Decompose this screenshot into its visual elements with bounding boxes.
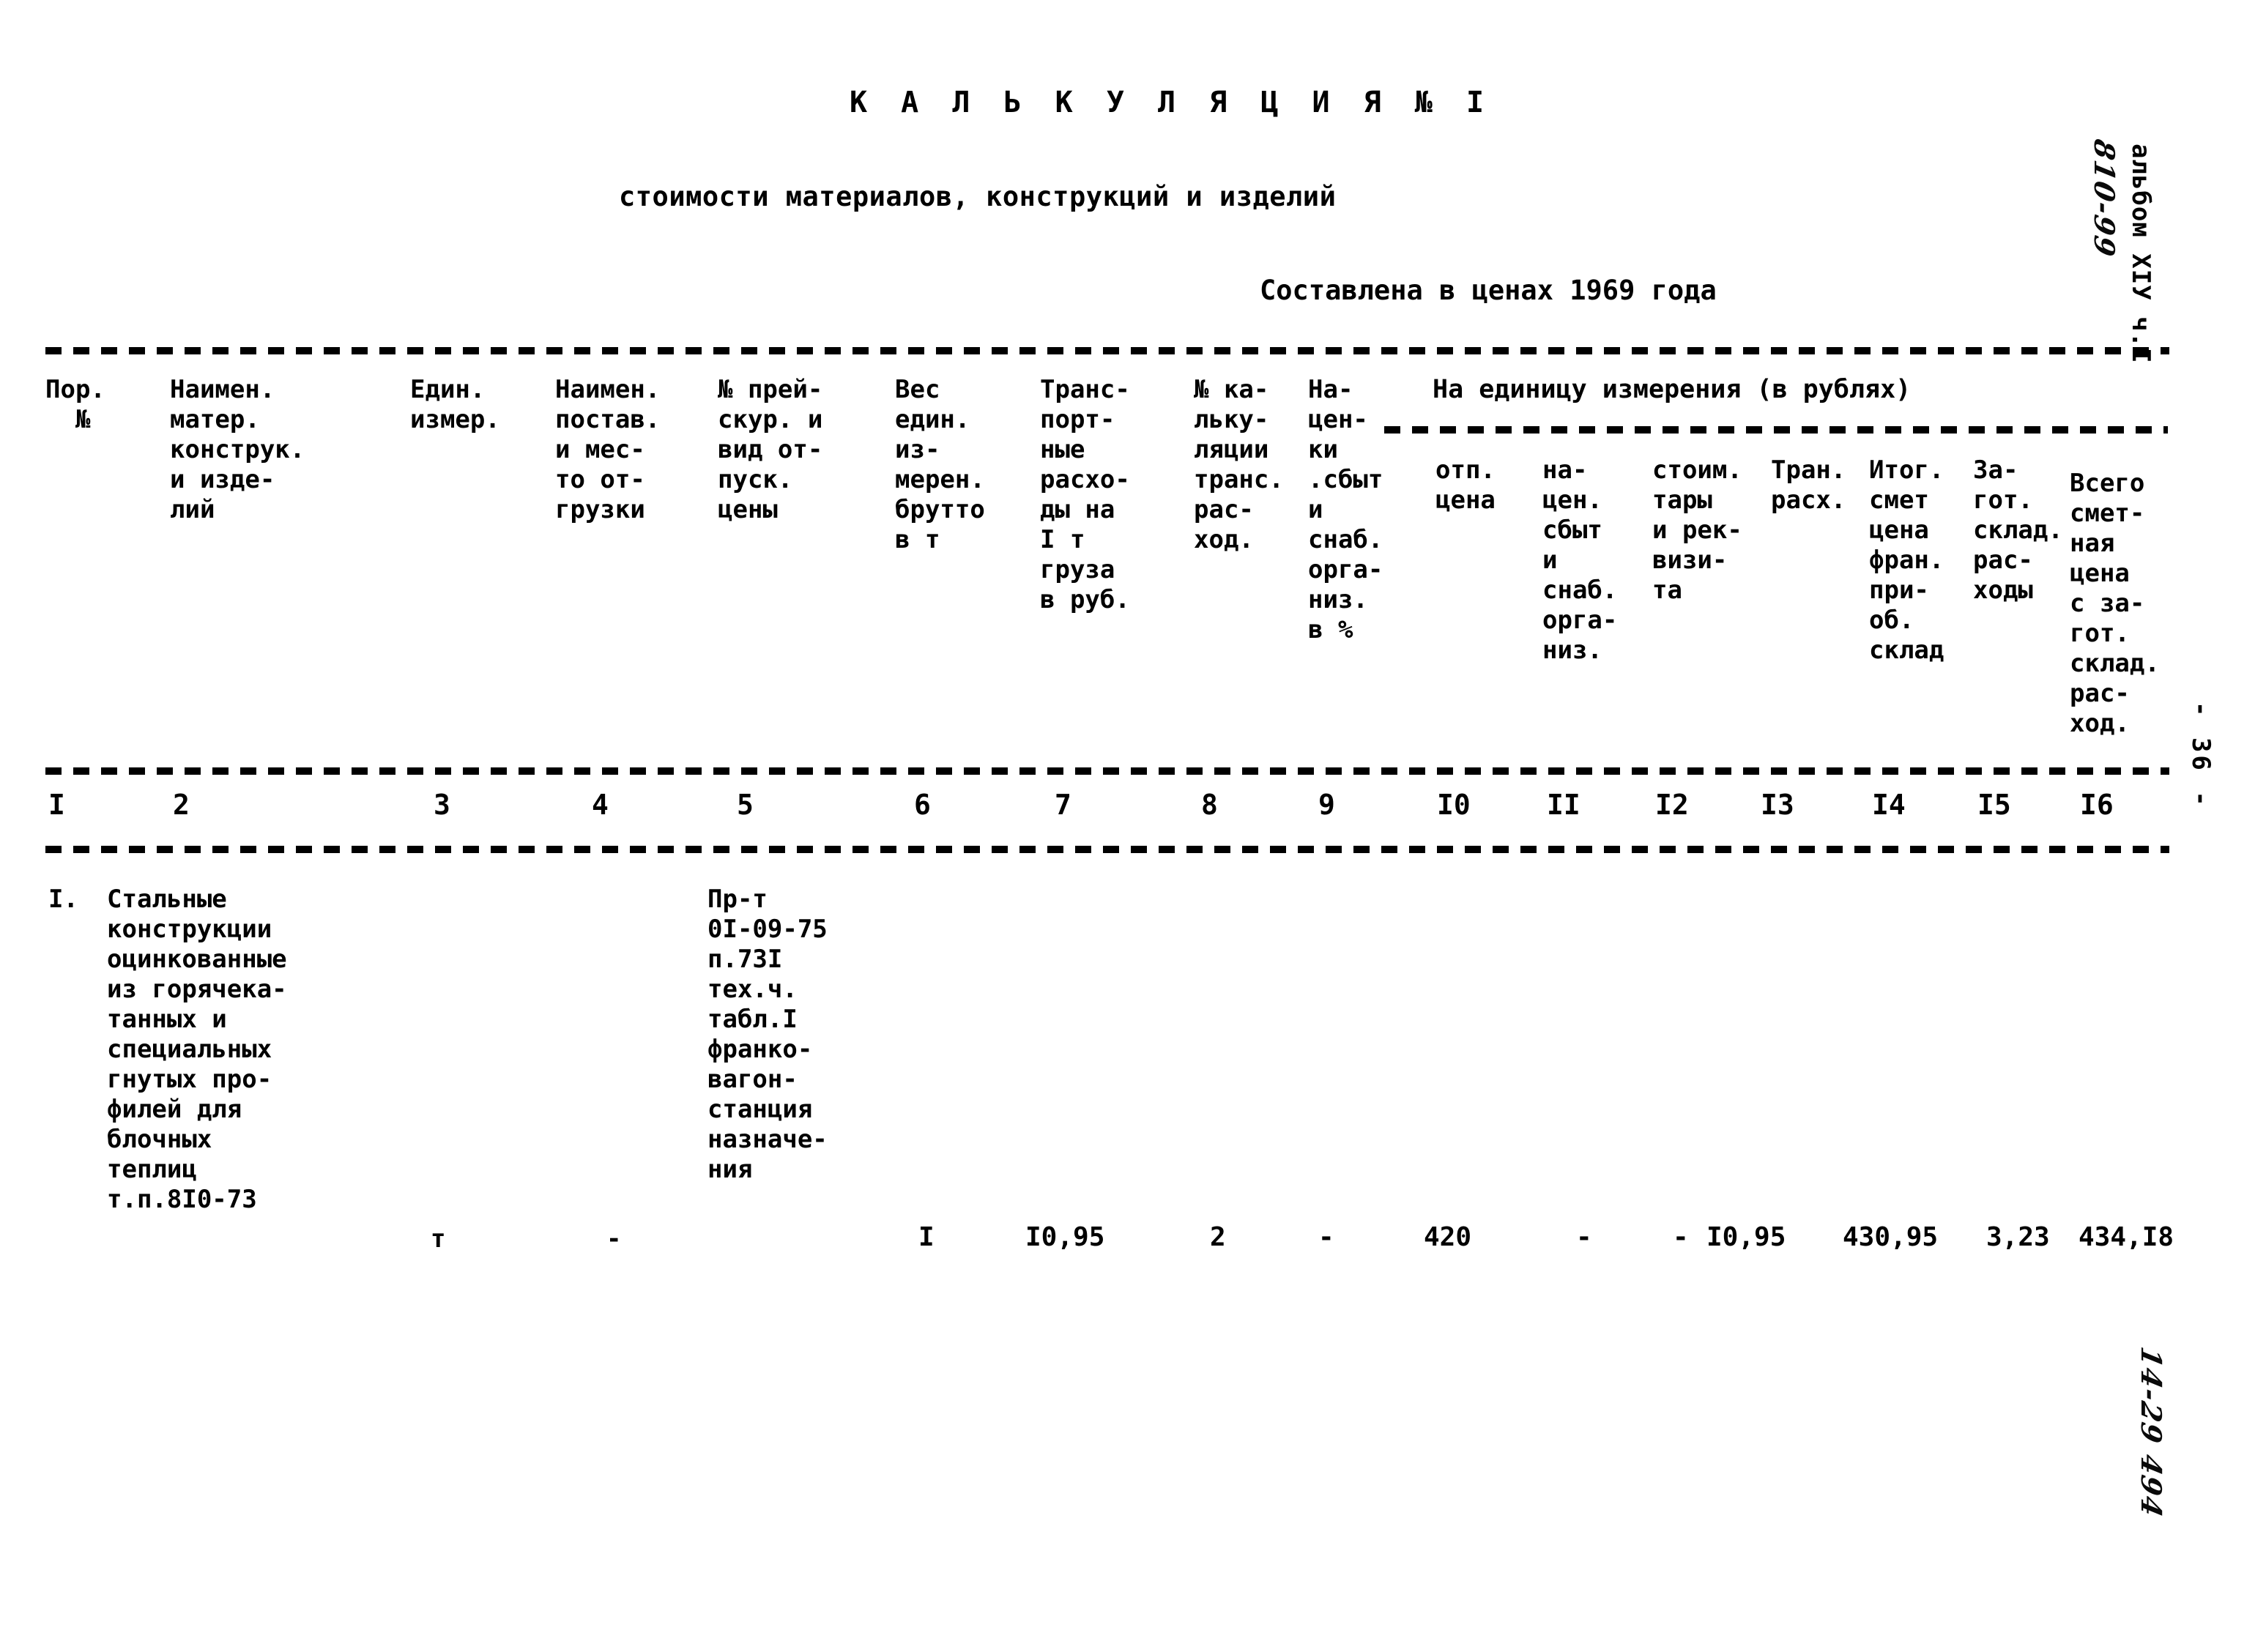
column-number-7: 7 (1055, 789, 1071, 821)
column-group-header-per-unit: На единицу измерения (в рублях) (1433, 375, 1912, 404)
column-header-price-list: № прей- скур. и вид от- пуск. цены (718, 375, 823, 524)
row-procurement: 3,23 (1986, 1222, 2050, 1252)
row-grand-total: 434,I8 (2079, 1222, 2174, 1252)
column-number-1: I (48, 789, 65, 821)
column-number-8: 8 (1201, 789, 1218, 821)
document-subtitle: стоимости материалов, конструкций и изде… (619, 181, 1337, 212)
handwritten-code-bottom: 14-29 494 (2135, 1344, 2168, 1522)
column-header-total-price: Итог. смет цена фран. при- об. склад (1869, 455, 1944, 665)
row-material-name: Стальные конструкции оцинкованные из гор… (107, 885, 287, 1214)
column-header-procurement: За- гот. склад. рас- ходы (1973, 455, 2063, 605)
row-transport-exp: I0,95 (1706, 1222, 1786, 1252)
table-rule-numbers-bottom (45, 846, 2169, 853)
column-header-grand-total: Всего смет- ная цена с за- гот. склад. р… (2070, 469, 2160, 738)
row-weight-brutto: I (918, 1222, 935, 1252)
row-calc-number: 2 (1210, 1222, 1226, 1252)
row-transport-costs: I0,95 (1025, 1222, 1105, 1252)
column-number-11: II (1547, 789, 1580, 821)
document-page: К А Л Ь К У Л Я Ц И Я № I стоимости мате… (0, 0, 2266, 1652)
column-number-4: 4 (592, 789, 609, 821)
column-number-13: I3 (1761, 789, 1794, 821)
column-header-packaging-cost: стоим. тары и рек- визи- та (1652, 455, 1742, 605)
column-header-supplier: Наимен. постав. и мес- то от- грузки (555, 375, 661, 524)
table-rule-group (1384, 426, 2168, 434)
row-total-price: 430,95 (1843, 1222, 1939, 1252)
column-header-calc-number: № ка- льку- ляции транс. рас- ход. (1194, 375, 1284, 554)
row-supplier: - (606, 1224, 622, 1254)
row-markup-sale: - (1576, 1222, 1592, 1252)
column-number-14: I4 (1872, 789, 1906, 821)
row-packaging-cost: - (1673, 1222, 1689, 1252)
column-number-16: I6 (2080, 789, 2114, 821)
row-markup-percent: - (1318, 1222, 1334, 1252)
column-header-transport-costs: Транс- порт- ные расхо- ды на I т груза … (1040, 375, 1130, 614)
row-unit: т (431, 1224, 446, 1254)
column-header-release-price: отп. цена (1435, 455, 1496, 515)
column-header-material-name: Наимен. матер. конструк. и изде- лий (170, 375, 305, 524)
column-header-markup-sale: на- цен. сбыт и снаб. орга- низ. (1542, 455, 1618, 665)
column-header-transport-exp: Тран. расх. (1771, 455, 1846, 515)
column-header-markup-percent: На- цен- ки .сбыт и снаб. орга- низ. в % (1308, 375, 1383, 644)
column-number-12: I2 (1655, 789, 1689, 821)
album-marking: альбом XIУ ч.I (2126, 144, 2155, 364)
column-header-pos-number: Пор. № (45, 375, 105, 434)
row-pos-number: I. (48, 885, 78, 914)
column-header-weight: Вес един. из- мерен. брутто в т (895, 375, 985, 554)
row-price-list: Пр-т 0I-09-75 п.73I тех.ч. табл.I франко… (707, 885, 828, 1184)
column-number-2: 2 (173, 789, 190, 821)
price-year-note: Составлена в ценах 1969 года (1260, 275, 1717, 306)
row-release-price: 420 (1424, 1222, 1472, 1252)
column-number-10: I0 (1437, 789, 1471, 821)
column-number-6: 6 (914, 789, 931, 821)
table-rule-numbers-top (45, 767, 2169, 775)
page-number: - 36 - (2186, 702, 2215, 809)
document-title: К А Л Ь К У Л Я Ц И Я № I (850, 86, 1493, 119)
column-number-15: I5 (1977, 789, 2011, 821)
column-number-3: 3 (434, 789, 450, 821)
column-number-9: 9 (1318, 789, 1335, 821)
column-header-unit: Един. измер. (410, 375, 500, 434)
column-number-5: 5 (737, 789, 754, 821)
table-rule-top (45, 347, 2169, 354)
handwritten-code-top: 810-99 (2088, 136, 2121, 261)
